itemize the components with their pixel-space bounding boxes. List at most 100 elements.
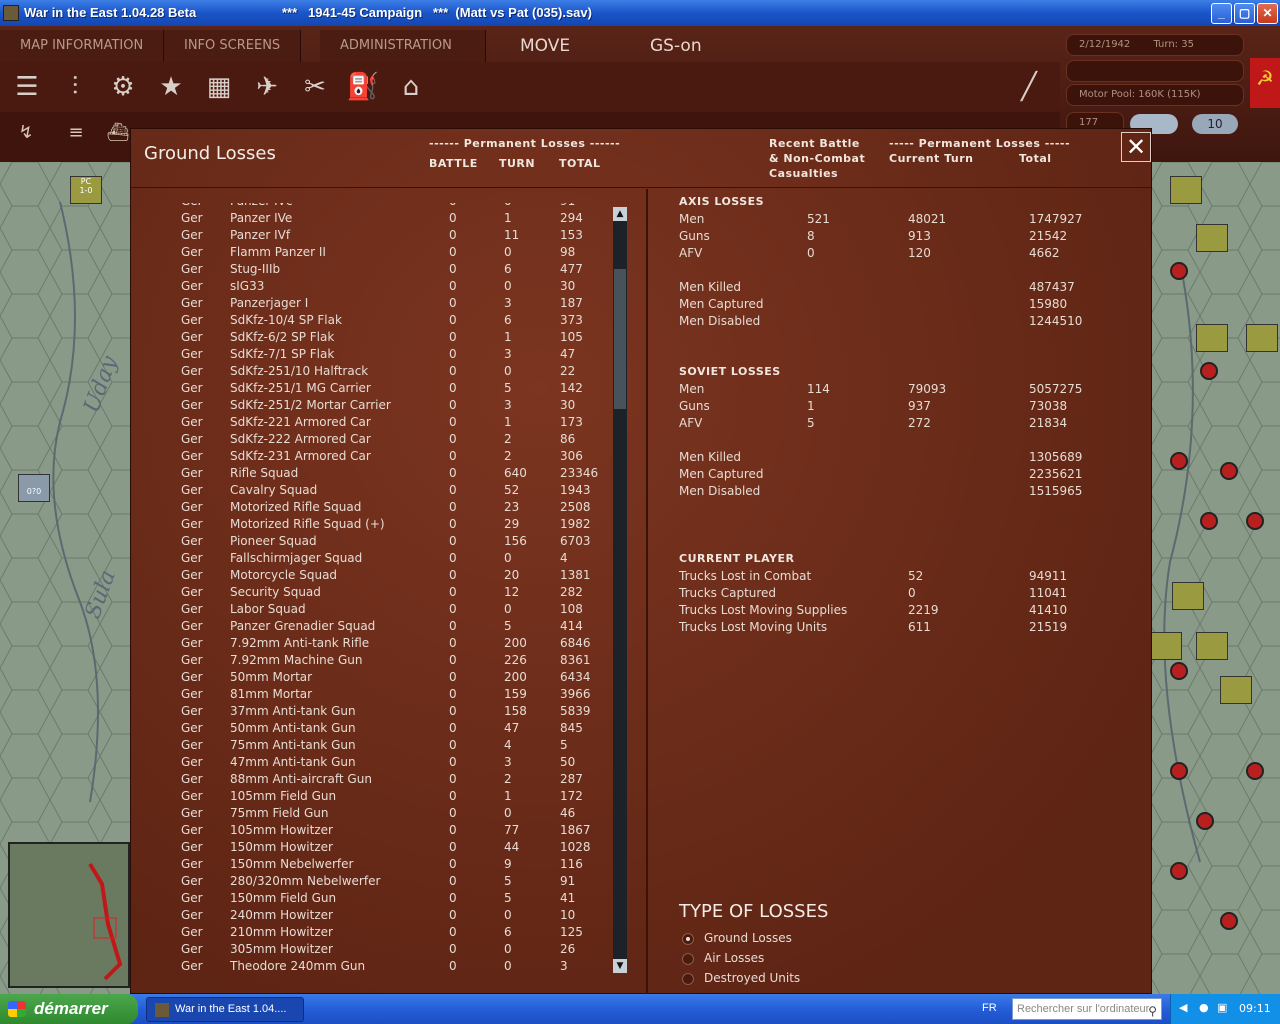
radio-option-label[interactable]: Ground Losses — [704, 931, 792, 945]
table-row[interactable]: Ger 7.92mm Machine Gun 0 226 8361 — [131, 653, 611, 670]
table-row[interactable]: Ger SdKfz-231 Armored Car 0 2 306 — [131, 449, 611, 466]
map-unit-pc[interactable]: PC 1-0 — [70, 176, 102, 204]
table-row[interactable]: Ger Panzer IVf 0 11 153 — [131, 228, 611, 245]
map-unit[interactable] — [1150, 632, 1182, 660]
losses-scrollbar[interactable]: ▲ ▼ — [613, 207, 627, 973]
table-row[interactable]: Ger SdKfz-7/1 SP Flak 0 3 47 — [131, 347, 611, 364]
window-title-bar[interactable]: War in the East 1.04.28 Beta *** 1941-45… — [0, 0, 1280, 26]
table-row[interactable]: Ger SdKfz-6/2 SP Flak 0 1 105 — [131, 330, 611, 347]
units-icon[interactable]: ⫶ — [56, 68, 94, 106]
table-row[interactable]: Ger SdKfz-221 Armored Car 0 1 173 — [131, 415, 611, 432]
radio-option[interactable] — [682, 953, 694, 965]
map-marker[interactable] — [1200, 512, 1218, 530]
rail-icon[interactable]: ✂ — [296, 68, 334, 106]
stack-icon[interactable]: ☰ — [8, 68, 46, 106]
table-row[interactable]: Ger 105mm Field Gun 0 1 172 — [131, 789, 611, 806]
scroll-down-icon[interactable]: ▼ — [613, 959, 627, 973]
star-icon[interactable]: ★ — [152, 68, 190, 106]
table-row[interactable]: Ger 47mm Anti-tank Gun 0 3 50 — [131, 755, 611, 772]
table-row[interactable]: Ger Pioneer Squad 0 156 6703 — [131, 534, 611, 551]
table-row[interactable]: Ger Motorcycle Squad 0 20 1381 — [131, 568, 611, 585]
map-unit[interactable] — [1196, 324, 1228, 352]
table-row[interactable]: Ger Security Squad 0 12 282 — [131, 585, 611, 602]
table-row[interactable]: Ger Panzerjager I 0 3 187 — [131, 296, 611, 313]
table-row[interactable]: Ger 240mm Howitzer 0 0 10 — [131, 908, 611, 925]
table-row[interactable]: Ger Cavalry Squad 0 52 1943 — [131, 483, 611, 500]
menu-map-information[interactable]: MAP INFORMATION — [0, 30, 165, 62]
table-row[interactable]: Ger 150mm Nebelwerfer 0 9 116 — [131, 857, 611, 874]
map-unit-box[interactable]: 0?0 — [18, 474, 50, 502]
depot-icon[interactable]: ⌂ — [392, 68, 430, 106]
scroll-thumb[interactable] — [614, 269, 626, 409]
table-row[interactable]: Ger 210mm Howitzer 0 6 125 — [131, 925, 611, 942]
table-row[interactable]: Ger Labor Squad 0 0 108 — [131, 602, 611, 619]
table-row[interactable]: Ger Fallschirmjager Squad 0 0 4 — [131, 551, 611, 568]
table-row[interactable]: Ger Panzer IVe 0 1 294 — [131, 211, 611, 228]
map-unit[interactable] — [1172, 582, 1204, 610]
map-marker[interactable] — [1220, 462, 1238, 480]
table-row[interactable]: Ger 50mm Anti-tank Gun 0 47 845 — [131, 721, 611, 738]
menu-gs-on[interactable]: GS-on — [630, 30, 722, 62]
table-row[interactable]: Ger Rifle Squad 0 640 23346 — [131, 466, 611, 483]
map-marker[interactable] — [1170, 862, 1188, 880]
radio-option-label[interactable]: Air Losses — [704, 951, 764, 965]
scroll-up-icon[interactable]: ▲ — [613, 207, 627, 221]
map-marker[interactable] — [1170, 662, 1188, 680]
pencil-icon[interactable]: ╱ — [1010, 68, 1048, 106]
map-unit[interactable] — [1220, 676, 1252, 704]
menu-move[interactable]: MOVE — [500, 30, 590, 62]
tray-back-icon[interactable]: ◀ — [1179, 1001, 1187, 1014]
table-row[interactable]: Ger 305mm Howitzer 0 0 26 — [131, 942, 611, 959]
table-row[interactable]: Ger SdKfz-251/2 Mortar Carrier 0 3 30 — [131, 398, 611, 415]
map-grid-icon[interactable]: ▦ — [200, 68, 238, 106]
badge-pill[interactable]: 10 — [1192, 114, 1238, 134]
table-row[interactable]: Ger 105mm Howitzer 0 77 1867 — [131, 823, 611, 840]
table-row[interactable]: Ger Flamm Panzer II 0 0 98 — [131, 245, 611, 262]
map-marker[interactable] — [1220, 912, 1238, 930]
map-marker[interactable] — [1170, 762, 1188, 780]
map-unit[interactable] — [1196, 632, 1228, 660]
table-row[interactable]: Ger 7.92mm Anti-tank Rifle 0 200 6846 — [131, 636, 611, 653]
move-arrow-icon[interactable]: ↯ — [8, 118, 44, 148]
table-row[interactable]: Ger 88mm Anti-aircraft Gun 0 2 287 — [131, 772, 611, 789]
table-row[interactable]: Ger SdKfz-10/4 SP Flak 0 6 373 — [131, 313, 611, 330]
table-row[interactable]: Ger 81mm Mortar 0 159 3966 — [131, 687, 611, 704]
table-row[interactable]: Ger Panzer Grenadier Squad 0 5 414 — [131, 619, 611, 636]
map-marker[interactable] — [1170, 452, 1188, 470]
search-icon[interactable]: ⚲ — [1148, 1001, 1157, 1019]
taskbar-item-war-in-the-east[interactable]: War in the East 1.04.... — [146, 997, 304, 1022]
map-marker[interactable] — [1196, 812, 1214, 830]
table-row[interactable]: Ger SdKfz-222 Armored Car 0 2 86 — [131, 432, 611, 449]
table-row[interactable]: Ger 150mm Howitzer 0 44 1028 — [131, 840, 611, 857]
menu-info-screens[interactable]: INFO SCREENS — [164, 30, 302, 62]
radio-option[interactable] — [682, 933, 694, 945]
gear-icon[interactable]: ⚙ — [104, 68, 142, 106]
tray-screen-icon[interactable]: ▣ — [1217, 1001, 1227, 1014]
tray-network-icon[interactable]: ● — [1199, 1001, 1209, 1014]
fuel-icon[interactable]: ⛽ — [344, 68, 382, 106]
table-row[interactable]: Ger Panzer IVc 0 0 91 — [131, 203, 611, 211]
table-row[interactable]: Ger 50mm Mortar 0 200 6434 — [131, 670, 611, 687]
map-marker[interactable] — [1170, 262, 1188, 280]
table-row[interactable]: Ger Theodore 240mm Gun 0 0 3 — [131, 959, 611, 976]
table-row[interactable]: Ger 37mm Anti-tank Gun 0 158 5839 — [131, 704, 611, 721]
map-marker[interactable] — [1246, 512, 1264, 530]
table-row[interactable]: Ger SdKfz-251/10 Halftrack 0 0 22 — [131, 364, 611, 381]
air-icon[interactable]: ✈ — [248, 68, 286, 106]
table-row[interactable]: Ger Stug-IIIb 0 6 477 — [131, 262, 611, 279]
table-row[interactable]: Ger 75mm Field Gun 0 0 46 — [131, 806, 611, 823]
table-row[interactable]: Ger SdKfz-251/1 MG Carrier 0 5 142 — [131, 381, 611, 398]
minimap[interactable] — [8, 842, 130, 988]
table-row[interactable]: Ger 75mm Anti-tank Gun 0 4 5 — [131, 738, 611, 755]
table-row[interactable]: Ger Motorized Rifle Squad (+) 0 29 1982 — [131, 517, 611, 534]
close-window-button[interactable]: ✕ — [1257, 3, 1278, 24]
radio-option-label[interactable]: Destroyed Units — [704, 971, 800, 985]
minimize-button[interactable]: _ — [1211, 3, 1232, 24]
losses-list[interactable]: GerPanzer IVc0091GerPanzer IVe01294GerPa… — [131, 203, 611, 977]
rail-line-icon[interactable]: ≡ — [58, 118, 94, 148]
close-dialog-button[interactable]: ✕ — [1121, 132, 1151, 162]
map-marker[interactable] — [1200, 362, 1218, 380]
map-marker[interactable] — [1246, 762, 1264, 780]
table-row[interactable]: Ger 150mm Field Gun 0 5 41 — [131, 891, 611, 908]
table-row[interactable]: Ger 280/320mm Nebelwerfer 0 5 91 — [131, 874, 611, 891]
